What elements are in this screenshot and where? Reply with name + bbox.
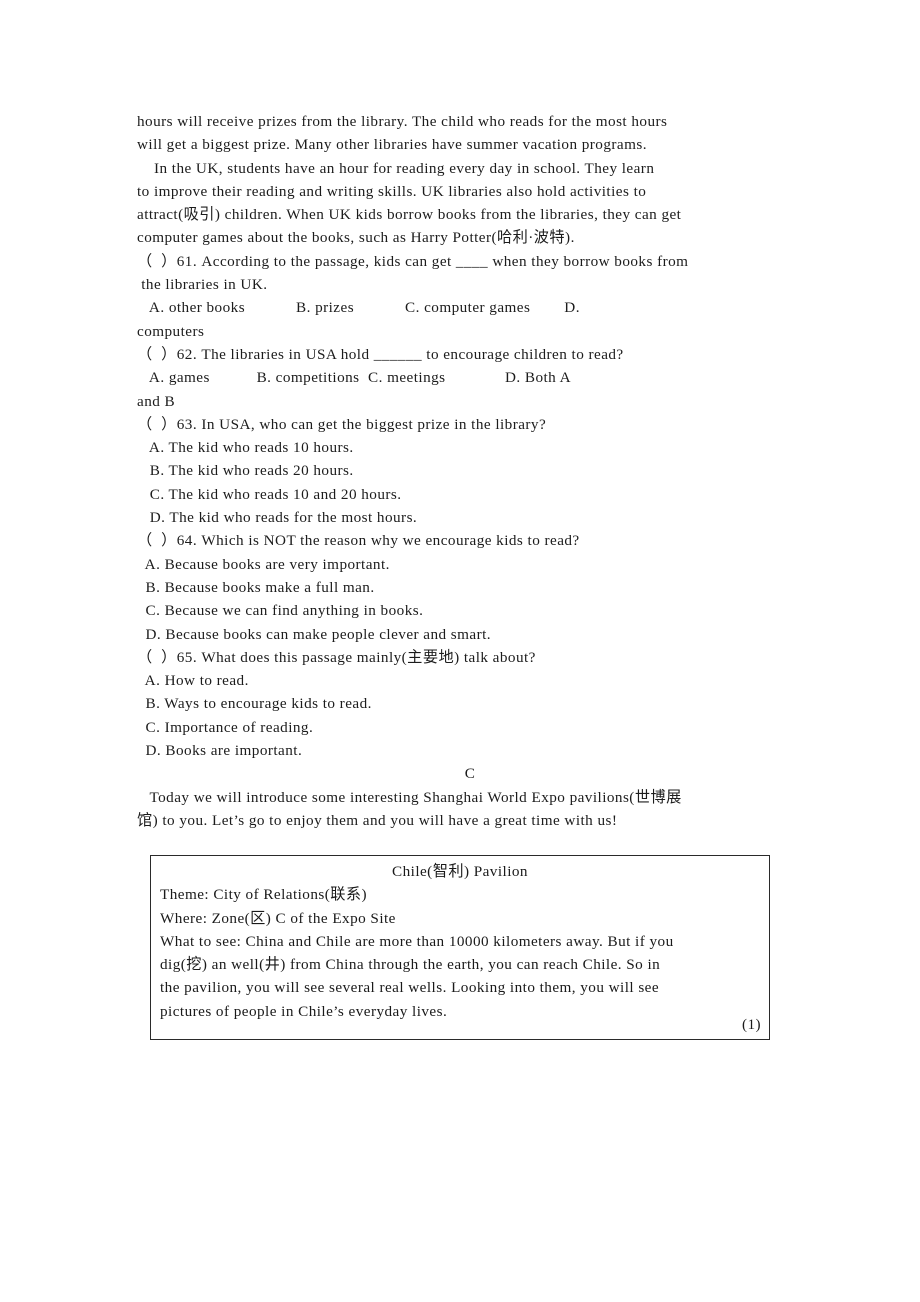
section-heading-c: C [464,765,476,783]
question-option-line[interactable]: C. The kid who reads 10 and 20 hours. [137,483,797,506]
question-option-line[interactable]: D. The kid who reads for the most hours. [137,506,797,529]
question-61[interactable]: （ ）61. According to the passage, kids ca… [137,250,797,343]
question-stem-line: （ ）63. In USA, who can get the biggest p… [137,415,547,433]
pavilion-box-content: Chile(智利) Pavilion Theme: City of Relati… [160,860,769,1023]
page-marker: (1) [741,1015,761,1033]
question-option-line[interactable]: B. Because books make a full man. [137,576,797,599]
pavilion-title: Chile(智利) Pavilion [392,863,528,880]
article-text-column: hours will receive prizes from the libra… [137,110,797,832]
question-63[interactable]: （ ）63. In USA, who can get the biggest p… [137,413,797,529]
question-option-line[interactable]: and B [137,390,797,413]
pavilion-theme-line: Theme: City of Relations(联系) [160,886,368,904]
question-62[interactable]: （ ）62. The libraries in USA hold ______ … [137,343,797,413]
pavilion-whattosee-line: pictures of people in Chile’s everyday l… [160,1002,448,1020]
question-65[interactable]: （ ）65. What does this passage mainly(主要地… [137,646,797,762]
question-option-line[interactable]: A. games B. competitions C. meetings D. … [137,366,797,389]
question-stem-line: the libraries in UK. [137,276,268,294]
section-c-intro: Today we will introduce some interesting… [137,786,797,833]
pavilion-where-line: Where: Zone(区) C of the Expo Site [160,909,396,927]
document-page: hours will receive prizes from the libra… [0,0,920,1302]
question-option-line[interactable]: C. Because we can find anything in books… [137,599,797,622]
passage-paragraph: hours will receive prizes from the libra… [137,110,797,250]
passage-line: attract(吸引) children. When UK kids borro… [137,206,682,224]
passage-line: to improve their reading and writing ski… [137,182,647,200]
question-option-line[interactable]: A. How to read. [137,669,797,692]
chile-pavilion-box: Chile(智利) Pavilion Theme: City of Relati… [150,855,770,1040]
question-stem-line: （ ）61. According to the passage, kids ca… [137,252,689,270]
pavilion-whattosee-line: dig(挖) an well(井) from China through the… [160,956,661,974]
question-option-line[interactable]: D. Because books can make people clever … [137,623,797,646]
question-option-line[interactable]: C. Importance of reading. [137,716,797,739]
question-option-line[interactable]: D. Books are important. [137,739,797,762]
question-stem-line: （ ）64. Which is NOT the reason why we en… [137,532,580,550]
intro-line: Today we will introduce some interesting… [137,788,682,806]
passage-line: computer games about the books, such as … [137,229,575,247]
pavilion-whattosee-line: What to see: China and Chile are more th… [160,932,674,950]
question-option-line[interactable]: A. The kid who reads 10 hours. [137,436,797,459]
question-stem-line: （ ）62. The libraries in USA hold ______ … [137,345,624,363]
question-option-line[interactable]: A. Because books are very important. [137,553,797,576]
question-option-line[interactable]: computers [137,320,797,343]
passage-line: will get a biggest prize. Many other lib… [137,136,647,154]
passage-line: In the UK, students have an hour for rea… [137,159,655,177]
question-option-line[interactable]: A. other books B. prizes C. computer gam… [137,296,797,319]
question-64[interactable]: （ ）64. Which is NOT the reason why we en… [137,529,797,645]
intro-line: 馆) to you. Let’s go to enjoy them and yo… [137,811,618,829]
question-option-line[interactable]: B. The kid who reads 20 hours. [137,459,797,482]
pavilion-whattosee-line: the pavilion, you will see several real … [160,979,660,997]
question-stem-line: （ ）65. What does this passage mainly(主要地… [137,648,536,666]
passage-line: hours will receive prizes from the libra… [137,113,668,130]
question-option-line[interactable]: B. Ways to encourage kids to read. [137,692,797,715]
